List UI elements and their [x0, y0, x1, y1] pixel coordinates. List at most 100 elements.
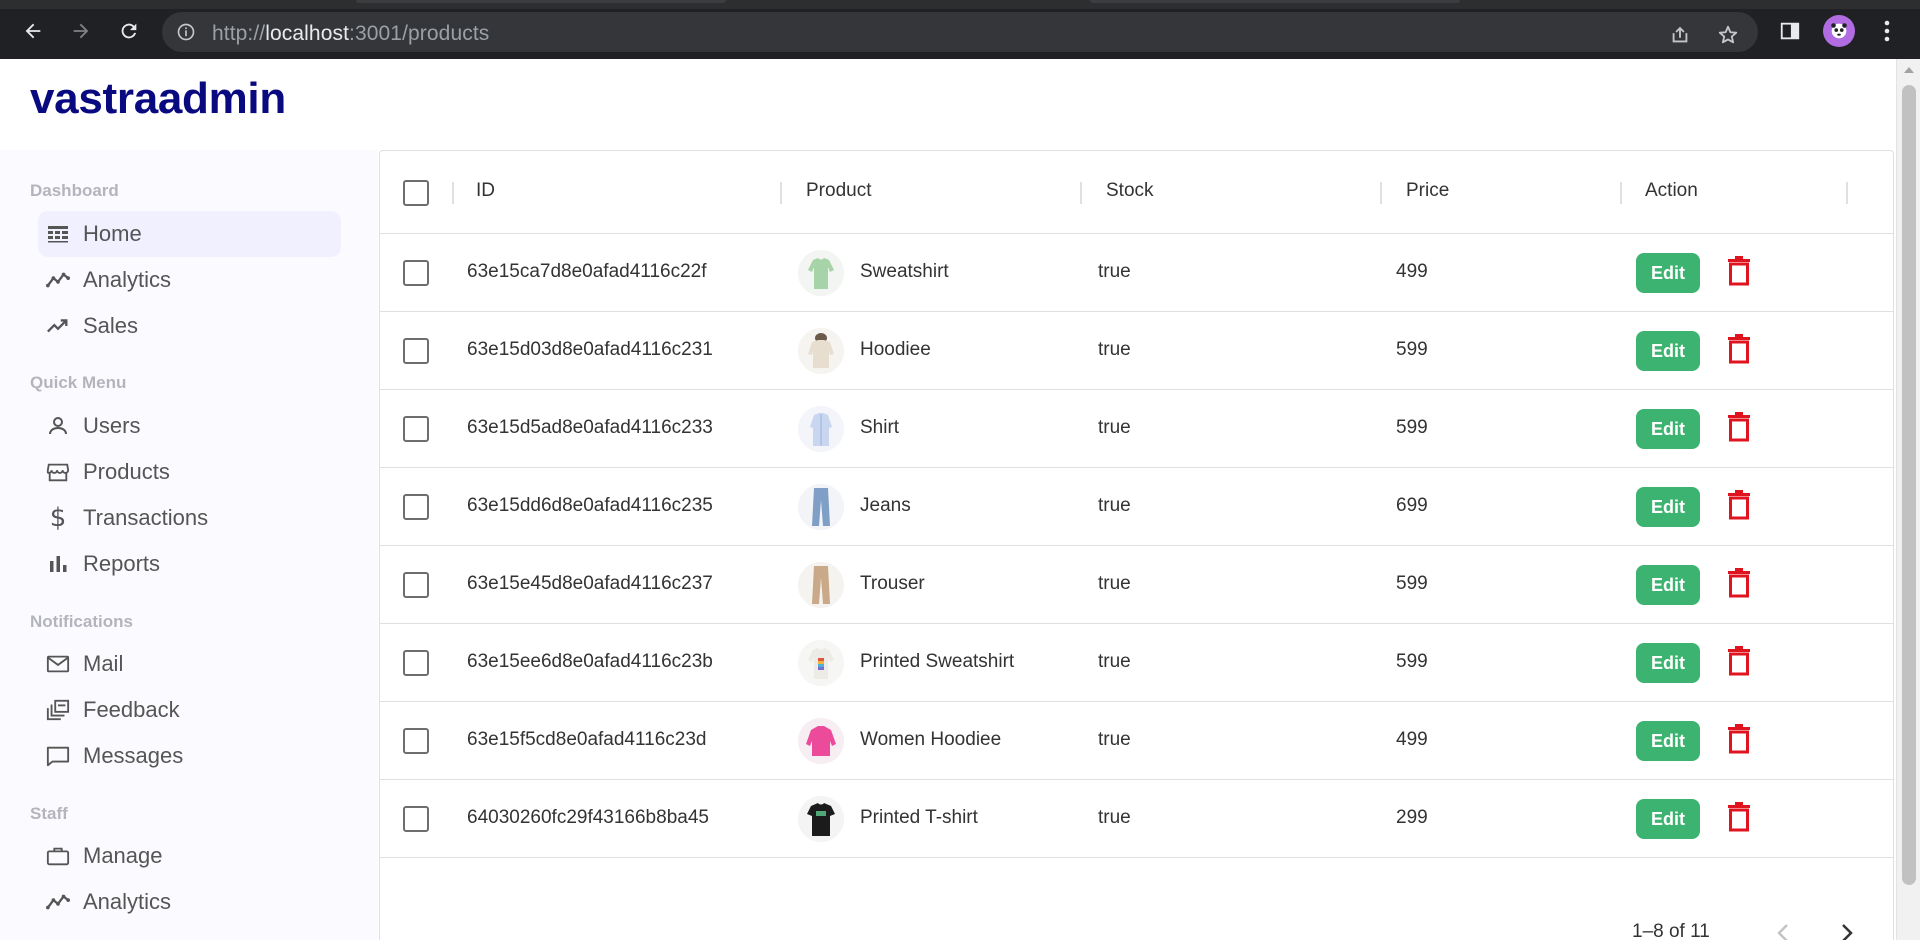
delete-icon[interactable]: [1725, 644, 1753, 678]
address-bar[interactable]: http://localhost:3001/products: [162, 12, 1758, 52]
delete-icon[interactable]: [1725, 410, 1753, 444]
reload-icon[interactable]: [112, 14, 146, 48]
line-chart-icon: [46, 890, 70, 914]
cell-price: 599: [1396, 651, 1428, 672]
cell-id: 63e15d03d8e0afad4116c231: [467, 339, 713, 360]
sidebar-item-label: Transactions: [83, 505, 209, 530]
previous-page-icon[interactable]: [1773, 921, 1793, 940]
row-checkbox[interactable]: [403, 806, 429, 832]
forward-icon[interactable]: [64, 14, 98, 48]
sidebar-item-staff-analytics[interactable]: Analytics: [38, 879, 341, 925]
column-header-stock[interactable]: Stock: [1106, 180, 1154, 202]
sidebar-item-home[interactable]: Home: [38, 211, 341, 257]
column-separator[interactable]: [452, 182, 454, 204]
delete-icon[interactable]: [1725, 800, 1753, 834]
sidebar-item-partial[interactable]: [38, 925, 341, 940]
column-separator[interactable]: [1846, 182, 1848, 204]
row-checkbox[interactable]: [403, 416, 429, 442]
user-icon: [46, 414, 70, 438]
edit-button[interactable]: Edit: [1636, 799, 1700, 839]
edit-button[interactable]: Edit: [1636, 565, 1700, 605]
sidebar-item-analytics[interactable]: Analytics: [38, 257, 341, 303]
delete-icon[interactable]: [1725, 254, 1753, 288]
table-row[interactable]: 63e15f5cd8e0afad4116c23d Women Hoodiee t…: [380, 702, 1893, 780]
column-separator[interactable]: [780, 182, 782, 204]
table-row[interactable]: 63e15ca7d8e0afad4116c22f Sweatshirt true…: [380, 234, 1893, 312]
edit-button[interactable]: Edit: [1636, 409, 1700, 449]
row-checkbox[interactable]: [403, 260, 429, 286]
sidebar-item-manage[interactable]: Manage: [38, 833, 341, 879]
page: vastraadmin Dashboard Home Analytics Sal…: [0, 59, 1896, 940]
bar-chart-icon: [46, 552, 70, 576]
page-scrollbar[interactable]: [1896, 59, 1920, 940]
row-checkbox[interactable]: [403, 494, 429, 520]
table-row[interactable]: 64030260fc29f43166b8ba45 Printed T-shirt…: [380, 780, 1893, 858]
bookmark-star-icon[interactable]: [1714, 21, 1742, 49]
edit-button[interactable]: Edit: [1636, 721, 1700, 761]
column-header-action[interactable]: Action: [1645, 180, 1698, 202]
column-separator[interactable]: [1620, 182, 1622, 204]
sidebar-item-messages[interactable]: Messages: [38, 733, 341, 779]
cell-price: 499: [1396, 261, 1428, 282]
column-separator[interactable]: [1380, 182, 1382, 204]
product-thumbnail: [798, 562, 844, 608]
profile-avatar[interactable]: [1823, 15, 1855, 47]
sidebar-item-sales[interactable]: Sales: [38, 303, 341, 349]
section-title-quick-menu: Quick Menu: [30, 373, 127, 392]
side-panel-icon[interactable]: [1773, 14, 1807, 48]
column-header-id[interactable]: ID: [476, 180, 495, 202]
chat-bubble-icon: [46, 744, 70, 768]
cell-stock: true: [1098, 417, 1131, 438]
product-thumbnail: [798, 718, 844, 764]
edit-button[interactable]: Edit: [1636, 643, 1700, 683]
row-checkbox[interactable]: [403, 572, 429, 598]
next-page-icon[interactable]: [1837, 921, 1857, 940]
url-text[interactable]: http://localhost:3001/products: [212, 22, 489, 46]
kebab-menu-icon[interactable]: [1870, 14, 1904, 48]
table-row[interactable]: 63e15e45d8e0afad4116c237 Trouser true 59…: [380, 546, 1893, 624]
select-all-checkbox[interactable]: [403, 180, 429, 206]
row-checkbox[interactable]: [403, 338, 429, 364]
table-row[interactable]: 63e15d03d8e0afad4116c231 Hoodiee true 59…: [380, 312, 1893, 390]
scroll-up-icon[interactable]: [1904, 67, 1914, 73]
delete-icon[interactable]: [1725, 722, 1753, 756]
delete-icon[interactable]: [1725, 566, 1753, 600]
table-row[interactable]: 63e15d5ad8e0afad4116c233 Shirt true 599 …: [380, 390, 1893, 468]
sidebar-item-reports[interactable]: Reports: [38, 541, 341, 587]
share-icon[interactable]: [1666, 21, 1694, 49]
back-icon[interactable]: [16, 14, 50, 48]
cell-id: 63e15d5ad8e0afad4116c233: [467, 417, 713, 438]
delete-icon[interactable]: [1725, 488, 1753, 522]
column-separator[interactable]: [1080, 182, 1082, 204]
site-info-icon[interactable]: [176, 22, 196, 47]
cell-id: 63e15ca7d8e0afad4116c22f: [467, 261, 707, 282]
column-header-product[interactable]: Product: [806, 180, 871, 202]
column-header-price[interactable]: Price: [1406, 180, 1449, 202]
app-logo[interactable]: vastraadmin: [30, 74, 286, 124]
table-row[interactable]: 63e15ee6d8e0afad4116c23b Printed Sweatsh…: [380, 624, 1893, 702]
sidebar-item-products[interactable]: Products: [38, 449, 341, 495]
row-checkbox[interactable]: [403, 650, 429, 676]
cell-id: 63e15e45d8e0afad4116c237: [467, 573, 713, 594]
sidebar-item-transactions[interactable]: $ Transactions: [38, 495, 341, 541]
table-row[interactable]: 63e15dd6d8e0afad4116c235 Jeans true 699 …: [380, 468, 1893, 546]
row-checkbox[interactable]: [403, 728, 429, 754]
sidebar-item-users[interactable]: Users: [38, 403, 341, 449]
browser-tab[interactable]: [1090, 0, 1460, 3]
delete-icon[interactable]: [1725, 332, 1753, 366]
scrollbar-thumb[interactable]: [1902, 85, 1916, 885]
partial-icon: [46, 936, 70, 940]
browser-tab[interactable]: [356, 0, 726, 3]
product-thumbnail: [798, 796, 844, 842]
cell-stock: true: [1098, 807, 1131, 828]
cell-id: 63e15f5cd8e0afad4116c23d: [467, 729, 707, 750]
cell-price: 499: [1396, 729, 1428, 750]
sidebar-item-feedback[interactable]: Feedback: [38, 687, 341, 733]
cell-id: 63e15dd6d8e0afad4116c235: [467, 495, 713, 516]
edit-button[interactable]: Edit: [1636, 253, 1700, 293]
sidebar-item-mail[interactable]: Mail: [38, 641, 341, 687]
cell-stock: true: [1098, 261, 1131, 282]
edit-button[interactable]: Edit: [1636, 487, 1700, 527]
briefcase-icon: [46, 844, 70, 868]
edit-button[interactable]: Edit: [1636, 331, 1700, 371]
